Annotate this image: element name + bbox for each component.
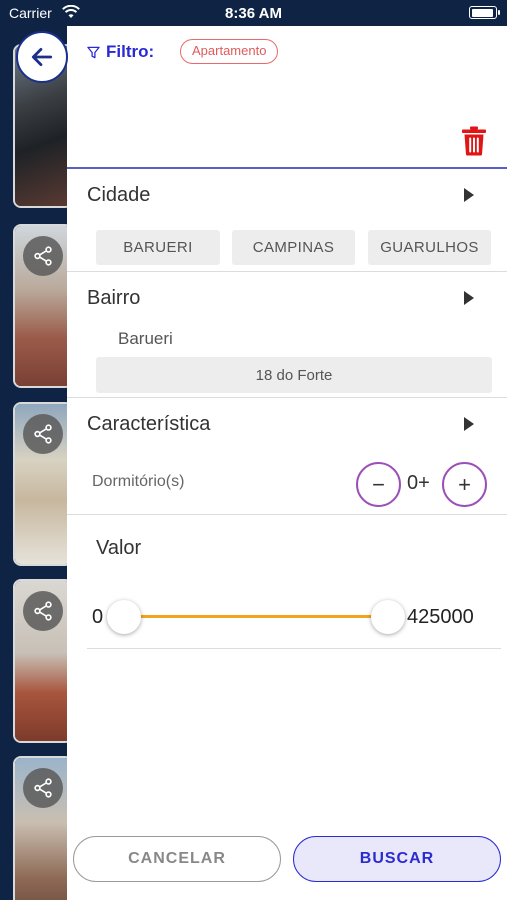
dormitorio-count: 0+ <box>407 472 430 494</box>
dormitorio-label: Dormitório(s) <box>92 473 185 490</box>
search-button[interactable]: BUSCAR <box>293 836 501 882</box>
price-max-label: 425000 <box>407 606 474 628</box>
city-option-campinas[interactable]: CAMPINAS <box>232 230 355 265</box>
chevron-right-icon[interactable] <box>464 417 474 431</box>
status-bar: Carrier 8:36 AM <box>0 0 507 26</box>
share-icon <box>34 778 52 798</box>
share-button[interactable] <box>23 768 63 808</box>
dormitorio-increment-button[interactable]: + <box>442 462 487 507</box>
city-option-barueri[interactable]: BARUERI <box>96 230 220 265</box>
bairro-option[interactable]: 18 do Forte <box>96 357 492 393</box>
city-option-guarulhos[interactable]: GUARULHOS <box>368 230 491 265</box>
filter-icon <box>87 46 100 58</box>
battery-level <box>471 8 494 17</box>
listing-thumbnail[interactable] <box>13 402 67 566</box>
bairro-title: Bairro <box>87 287 141 309</box>
back-button[interactable] <box>16 31 68 83</box>
filter-header: Filtro: <box>87 42 154 62</box>
section-divider <box>67 271 507 272</box>
battery-icon <box>469 6 500 19</box>
price-max-handle[interactable] <box>371 600 405 634</box>
section-divider <box>67 397 507 398</box>
trash-icon[interactable] <box>461 126 487 156</box>
share-icon <box>34 601 52 621</box>
price-min-label: 0 <box>92 606 104 628</box>
listing-thumbnail[interactable] <box>13 756 67 900</box>
listing-background <box>0 26 67 900</box>
cancel-button[interactable]: CANCELAR <box>73 836 281 882</box>
active-filter-chip[interactable]: Apartamento <box>180 39 279 64</box>
back-arrow-icon <box>31 48 53 66</box>
chevron-right-icon[interactable] <box>464 188 474 202</box>
share-button[interactable] <box>23 591 63 631</box>
filter-panel: Filtro: Apartamento Cidade BARUERI CAMPI… <box>67 26 507 900</box>
section-divider <box>87 648 501 649</box>
cidade-title: Cidade <box>87 184 151 206</box>
chevron-right-icon[interactable] <box>464 291 474 305</box>
valor-title: Valor <box>96 537 142 559</box>
section-divider <box>67 514 507 515</box>
bairro-city-label: Barueri <box>118 329 173 348</box>
share-icon <box>34 246 52 266</box>
share-button[interactable] <box>23 414 63 454</box>
share-button[interactable] <box>23 236 63 276</box>
listing-thumbnail[interactable] <box>13 579 67 743</box>
price-range-track[interactable] <box>124 615 389 618</box>
share-icon <box>34 424 52 444</box>
listing-thumbnail[interactable] <box>13 224 67 388</box>
dormitorio-decrement-button[interactable]: − <box>356 462 401 507</box>
price-min-handle[interactable] <box>107 600 141 634</box>
caracteristica-title: Característica <box>87 413 211 435</box>
filter-title: Filtro: <box>106 42 155 61</box>
clock: 8:36 AM <box>225 5 282 22</box>
header-divider <box>67 167 507 169</box>
